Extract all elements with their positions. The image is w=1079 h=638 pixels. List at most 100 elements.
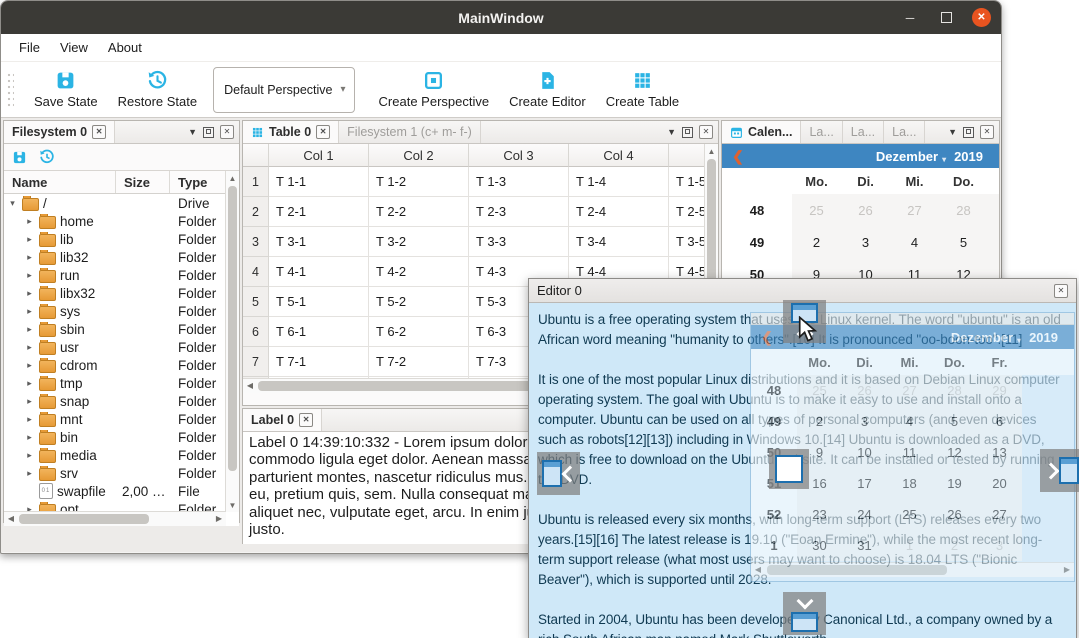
dock-menu-icon[interactable]: ▼ <box>188 127 197 137</box>
maximize-button[interactable] <box>936 8 956 28</box>
calendar-day[interactable]: 2 <box>792 226 841 258</box>
table-cell[interactable]: T 2-4 <box>569 197 669 227</box>
table-column-header[interactable]: Col 2 <box>369 144 469 167</box>
tree-expander-icon[interactable]: ▸ <box>24 234 35 245</box>
tab-table-0[interactable]: Table 0 ✕ <box>243 121 339 143</box>
tree-expander-icon[interactable]: ▸ <box>24 288 35 299</box>
tab-filesystem-0[interactable]: Filesystem 0 ✕ <box>4 121 115 143</box>
table-cell[interactable]: T 6-1 <box>269 317 369 347</box>
table-cell[interactable]: T 3-4 <box>569 227 669 257</box>
perspective-select[interactable]: Default Perspective ▾ <box>213 67 354 113</box>
table-cell[interactable]: T 3-2 <box>369 227 469 257</box>
table-row-header[interactable]: 1 <box>243 167 269 197</box>
table-cell[interactable]: T 3-5 <box>669 227 705 257</box>
create-perspective-button[interactable]: Create Perspective <box>369 66 500 113</box>
dock-indicator-bottom[interactable] <box>783 592 826 635</box>
table-cell[interactable]: T 2-2 <box>369 197 469 227</box>
tree-expander-icon[interactable]: ▸ <box>24 216 35 227</box>
calendar-day[interactable]: 28 <box>939 194 988 226</box>
tree-horizontal-scrollbar[interactable]: ◀ ▶ <box>4 511 226 526</box>
tab-calendar[interactable]: Calen... <box>722 121 801 143</box>
tree-row[interactable]: ▸sbinFolder <box>4 320 239 338</box>
table-cell[interactable]: T 2-3 <box>469 197 569 227</box>
create-table-button[interactable]: Create Table <box>596 66 689 113</box>
tree-expander-icon[interactable]: ▸ <box>24 342 35 353</box>
dock-float-icon[interactable] <box>963 127 974 138</box>
menu-about[interactable]: About <box>98 36 152 59</box>
tree-expander-icon[interactable]: ▸ <box>24 450 35 461</box>
table-cell[interactable]: T 7-2 <box>369 347 469 377</box>
table-cell[interactable]: T 1-2 <box>369 167 469 197</box>
col-name[interactable]: Name <box>4 171 116 193</box>
calendar-day[interactable]: 3 <box>841 226 890 258</box>
tab-close-icon[interactable]: ✕ <box>299 413 313 427</box>
table-column-header[interactable]: Col 1 <box>269 144 369 167</box>
tree-row[interactable]: ▸runFolder <box>4 266 239 284</box>
minimize-button[interactable]: ─ <box>900 8 920 28</box>
table-cell[interactable]: T 3-3 <box>469 227 569 257</box>
history-icon[interactable] <box>39 149 55 165</box>
tab-label-3[interactable]: La... <box>884 121 925 143</box>
calendar-day[interactable]: 5 <box>939 226 988 258</box>
col-type[interactable]: Type <box>170 171 226 193</box>
table-cell[interactable]: T 3-1 <box>269 227 369 257</box>
tree-expander-icon[interactable]: ▸ <box>24 396 35 407</box>
create-editor-button[interactable]: Create Editor <box>499 66 596 113</box>
table-cell[interactable]: T 1-5 <box>669 167 705 197</box>
table-cell[interactable]: T 2-5 <box>669 197 705 227</box>
tree-expander-icon[interactable]: ▸ <box>24 414 35 425</box>
tab-label-0[interactable]: Label 0 ✕ <box>243 409 322 431</box>
table-row-header[interactable]: 6 <box>243 317 269 347</box>
tab-filesystem-1[interactable]: Filesystem 1 (c+ m- f-) <box>339 121 481 143</box>
table-cell[interactable]: T 6-2 <box>369 317 469 347</box>
titlebar[interactable]: MainWindow ─ ✕ <box>1 1 1001 34</box>
table-cell[interactable]: T 1-1 <box>269 167 369 197</box>
tab-label-2[interactable]: La... <box>843 121 884 143</box>
calendar-day[interactable]: 29 <box>988 194 1000 226</box>
dock-menu-icon[interactable]: ▼ <box>667 127 676 137</box>
dock-menu-icon[interactable]: ▼ <box>948 127 957 137</box>
table-column-header[interactable]: Col 5 <box>669 144 705 167</box>
scroll-up-icon[interactable]: ▲ <box>705 144 718 158</box>
tree-expander-icon[interactable]: ▸ <box>24 306 35 317</box>
menu-view[interactable]: View <box>50 36 98 59</box>
table-row-header[interactable]: 2 <box>243 197 269 227</box>
calendar-year[interactable]: 2019 <box>954 149 983 164</box>
table-cell[interactable]: T 2-1 <box>269 197 369 227</box>
editor-close-icon[interactable]: ✕ <box>1054 284 1068 298</box>
scroll-left-icon[interactable]: ◀ <box>243 379 257 392</box>
calendar-day[interactable]: 25 <box>792 194 841 226</box>
dock-close-icon[interactable]: ✕ <box>980 125 994 139</box>
table-row-header[interactable]: 5 <box>243 287 269 317</box>
restore-state-button[interactable]: Restore State <box>108 66 208 113</box>
calendar-day[interactable]: 6 <box>988 226 1000 258</box>
prev-month-icon[interactable]: ❮ <box>722 148 754 165</box>
tree-row[interactable]: ▸srvFolder <box>4 464 239 482</box>
table-cell[interactable]: T 1-4 <box>569 167 669 197</box>
tree-expander-icon[interactable]: ▸ <box>24 432 35 443</box>
tree-row[interactable]: ▸homeFolder <box>4 212 239 230</box>
calendar-month[interactable]: Dezember <box>876 149 938 164</box>
tree-row[interactable]: ▸usrFolder <box>4 338 239 356</box>
col-size[interactable]: Size <box>116 171 170 193</box>
table-cell[interactable]: T 7-1 <box>269 347 369 377</box>
tree-vertical-scrollbar[interactable]: ▲ ▼ <box>225 171 239 512</box>
table-row-header[interactable]: 7 <box>243 347 269 377</box>
tree-expander-icon[interactable]: ▸ <box>24 324 35 335</box>
calendar-day[interactable]: 26 <box>841 194 890 226</box>
menu-file[interactable]: File <box>9 36 50 59</box>
tree-row[interactable]: ▸mntFolder <box>4 410 239 428</box>
tree-row[interactable]: ▸binFolder <box>4 428 239 446</box>
tree-expander-icon[interactable]: ▸ <box>24 270 35 281</box>
save-icon[interactable] <box>12 150 27 165</box>
tree-expander-icon[interactable]: ▸ <box>24 360 35 371</box>
tree-row[interactable]: ▸libx32Folder <box>4 284 239 302</box>
tree-expander-icon[interactable]: ▸ <box>24 252 35 263</box>
tree-row[interactable]: ▸mediaFolder <box>4 446 239 464</box>
dock-float-icon[interactable] <box>682 127 693 138</box>
scroll-down-icon[interactable]: ▼ <box>226 498 239 512</box>
dock-float-icon[interactable] <box>203 127 214 138</box>
tree-row[interactable]: ▸libFolder <box>4 230 239 248</box>
tree-expander-icon[interactable]: ▸ <box>24 378 35 389</box>
dock-indicator-left[interactable] <box>537 452 580 495</box>
